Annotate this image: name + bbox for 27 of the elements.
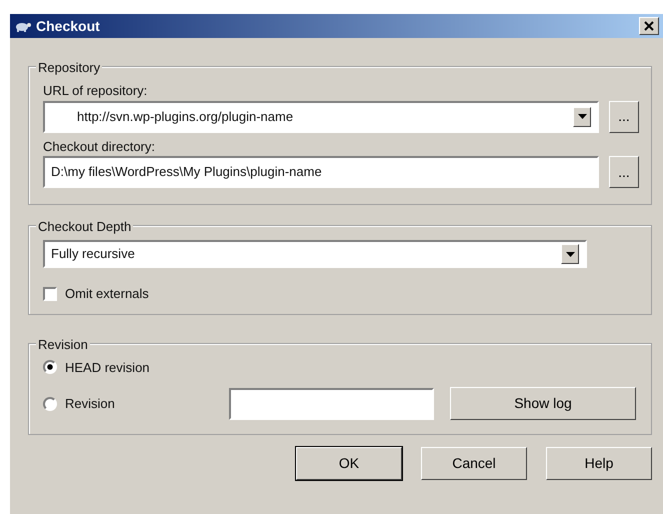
close-button[interactable]: [639, 17, 659, 35]
checkbox-label: Omit externals: [65, 285, 149, 303]
field-label: Checkout directory:: [43, 138, 155, 154]
browse-button[interactable]: ...: [609, 156, 639, 188]
close-icon: [644, 21, 654, 31]
checkbox[interactable]: [43, 286, 57, 301]
dialog-button[interactable]: Cancel: [421, 447, 527, 480]
field-value: Fully recursive: [51, 245, 135, 264]
dialog-button[interactable]: OK: [296, 447, 402, 480]
revision-field[interactable]: [229, 388, 434, 420]
field-value: http://svn.wp-plugins.org/plugin-name: [77, 108, 294, 126]
dialog-button[interactable]: Help: [546, 447, 652, 480]
browse-button[interactable]: ...: [609, 100, 639, 132]
caret-icon: [578, 114, 586, 119]
radio-label: Revision: [65, 394, 116, 413]
depth-combo[interactable]: Fully recursive: [43, 240, 587, 268]
radio-button[interactable]: [43, 360, 57, 374]
radio-button[interactable]: [43, 396, 57, 410]
window-title: Checkout: [36, 16, 100, 36]
radio-label: HEAD revision: [65, 358, 150, 376]
dropdown-button[interactable]: [573, 106, 591, 126]
directory-field[interactable]: D:\my files\WordPress\My Plugins\plugin-name: [43, 156, 599, 188]
field-label: URL of repository:: [43, 83, 148, 98]
dropdown-button[interactable]: [561, 244, 579, 264]
caret-icon: [566, 252, 574, 256]
show-log-button[interactable]: Show log: [450, 387, 636, 420]
url-combo[interactable]: http://svn.wp-plugins.org/plugin-name: [43, 100, 599, 132]
